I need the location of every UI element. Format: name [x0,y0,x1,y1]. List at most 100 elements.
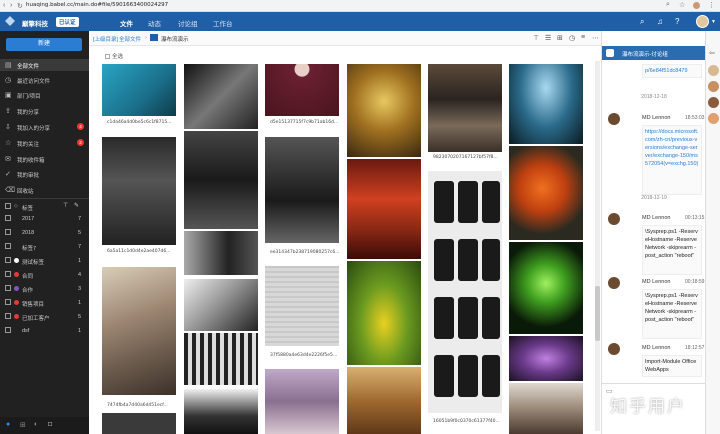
tag-row[interactable]: 标签7 7 [0,241,89,253]
search-icon[interactable]: ⌕ [666,1,670,9]
sidebar-item-recent[interactable]: ◷ 最近访问文件 [0,74,89,86]
wrench-icon[interactable]: ✎ [74,202,79,209]
android-icon[interactable]: ◘ [48,421,52,428]
tag-checkbox[interactable] [5,229,11,235]
sidebar-item-approvals[interactable]: ✓ 我的审批 [0,168,89,180]
back-arrow-icon[interactable]: ⇦ [709,49,715,57]
grid-view-icon[interactable]: ⊞ [557,34,563,42]
tag-checkbox[interactable] [5,285,11,291]
tag-checkbox[interactable] [5,271,11,277]
image-thumbnail[interactable] [102,137,176,245]
image-thumbnail[interactable] [265,369,339,434]
image-thumbnail[interactable] [265,64,339,116]
sidebar-item-joined-shares[interactable]: ⇩ 我加入的分享 4 [0,121,89,133]
tab-files[interactable]: 文件 [120,18,133,33]
forward-icon[interactable]: › [10,2,12,9]
filter-icon[interactable]: ⊤ [63,202,68,209]
tag-row[interactable]: 已加工客户 5 [0,311,89,323]
image-thumbnail[interactable] [265,137,339,243]
avatar [608,277,620,289]
message-bubble[interactable]: https://docs.microsoft.com/zh-cn/previou… [642,125,702,195]
more-icon[interactable]: ⋯ [592,34,599,42]
avatar[interactable] [708,65,719,76]
sidebar-item-following[interactable]: ☆ 我的关注 2 [0,137,89,149]
notification-icon[interactable]: ♫ [657,17,663,26]
user-avatar[interactable] [696,15,709,28]
avatar[interactable] [708,113,719,124]
tag-checkbox[interactable] [5,257,11,263]
tag-row[interactable]: 2017 7 [0,213,89,225]
help-icon[interactable]: ? [675,17,679,26]
breadcrumb-parent[interactable]: [上级目录] [93,35,118,43]
sidebar-item-departments[interactable]: ▣ 部门/项目 [0,89,89,101]
image-thumbnail[interactable] [184,131,258,229]
search-icon[interactable]: ⌕ [640,17,644,27]
tag-row[interactable]: 合作 3 [0,283,89,295]
image-thumbnail[interactable] [347,367,421,434]
image-thumbnail[interactable] [428,64,502,152]
tag-checkbox[interactable] [5,215,11,221]
windows-icon[interactable]: ⊞ [20,421,26,429]
trash-icon: ⌫ [5,187,15,194]
image-thumbnail[interactable] [184,279,258,331]
tags-header-label: 标签 [22,206,34,212]
reload-icon[interactable]: ↻ [17,2,23,10]
menu-icon[interactable]: ⋮ [708,1,715,9]
scrollbar[interactable] [595,61,600,431]
breadcrumb-all-files[interactable]: 全部文件 [119,35,141,43]
tags-checkbox[interactable] [5,203,11,209]
image-thumbnail[interactable] [265,266,339,346]
image-thumbnail[interactable] [509,242,583,334]
tag-checkbox[interactable] [5,327,11,333]
tag-row[interactable]: 合同 4 [0,269,89,281]
image-thumbnail[interactable] [184,231,258,275]
apple-icon[interactable]: ◐ [34,421,38,428]
image-thumbnail[interactable] [347,261,421,365]
tag-row[interactable]: dsf 1 [0,325,89,337]
image-thumbnail[interactable] [347,159,421,259]
tab-workbench[interactable]: 工作台 [213,18,233,28]
address-bar[interactable]: huaqing.babel.cc/main.do#file/5901663400… [26,2,168,8]
image-thumbnail[interactable] [184,333,258,385]
app-icon[interactable]: ● [6,421,10,428]
list-view-icon[interactable]: ☰ [545,34,551,42]
image-thumbnail[interactable] [509,383,583,434]
image-thumbnail[interactable] [184,389,258,434]
tag-row[interactable]: 销售项目 1 [0,297,89,309]
tab-activity[interactable]: 动态 [148,18,161,28]
star-icon[interactable]: ☆ [679,1,685,9]
image-thumbnail[interactable] [102,267,176,395]
image-thumbnail[interactable] [102,413,176,434]
image-thumbnail[interactable] [509,64,583,144]
message-bubble[interactable]: p/6e84f51dc8479 [642,64,702,78]
chevron-down-icon[interactable]: ▼ [711,19,716,25]
select-all-checkbox[interactable] [105,54,110,60]
tag-checkbox[interactable] [5,313,11,319]
avatar[interactable] [708,81,719,92]
select-all[interactable]: 全选 [105,52,123,60]
tag-count: 3 [77,286,81,292]
scrollbar-thumb[interactable] [595,286,600,341]
tag-checkbox[interactable] [5,243,11,249]
tab-discussion[interactable]: 讨论组 [178,18,198,28]
sidebar-item-inbox[interactable]: ✉ 我的收件箱 [0,153,89,165]
avatar[interactable] [708,97,719,108]
sidebar-item-trash[interactable]: ⌫ 回收站 [0,184,89,196]
sidebar-item-my-shares[interactable]: ⇪ 我的分享 [0,105,89,117]
image-thumbnail[interactable] [509,146,583,240]
new-button[interactable]: 新建 [6,38,82,51]
image-thumbnail[interactable] [347,64,421,157]
clock-icon[interactable]: ◷ [569,34,575,42]
profile-icon[interactable] [693,2,700,9]
menu-icon[interactable]: ≡ [581,34,585,41]
sidebar-item-all-files[interactable]: ▤ 全部文件 [0,59,89,71]
back-icon[interactable]: ‹ [3,2,5,9]
tag-row[interactable]: 2018 5 [0,227,89,239]
tag-label: 标签7 [22,246,37,252]
image-thumbnail[interactable] [509,336,583,381]
filter-icon[interactable]: ⊤ [533,34,539,42]
image-thumbnail[interactable] [184,64,258,129]
tag-row[interactable]: 测试标签 1 [0,255,89,267]
image-thumbnail[interactable] [102,64,176,116]
tag-checkbox[interactable] [5,299,11,305]
